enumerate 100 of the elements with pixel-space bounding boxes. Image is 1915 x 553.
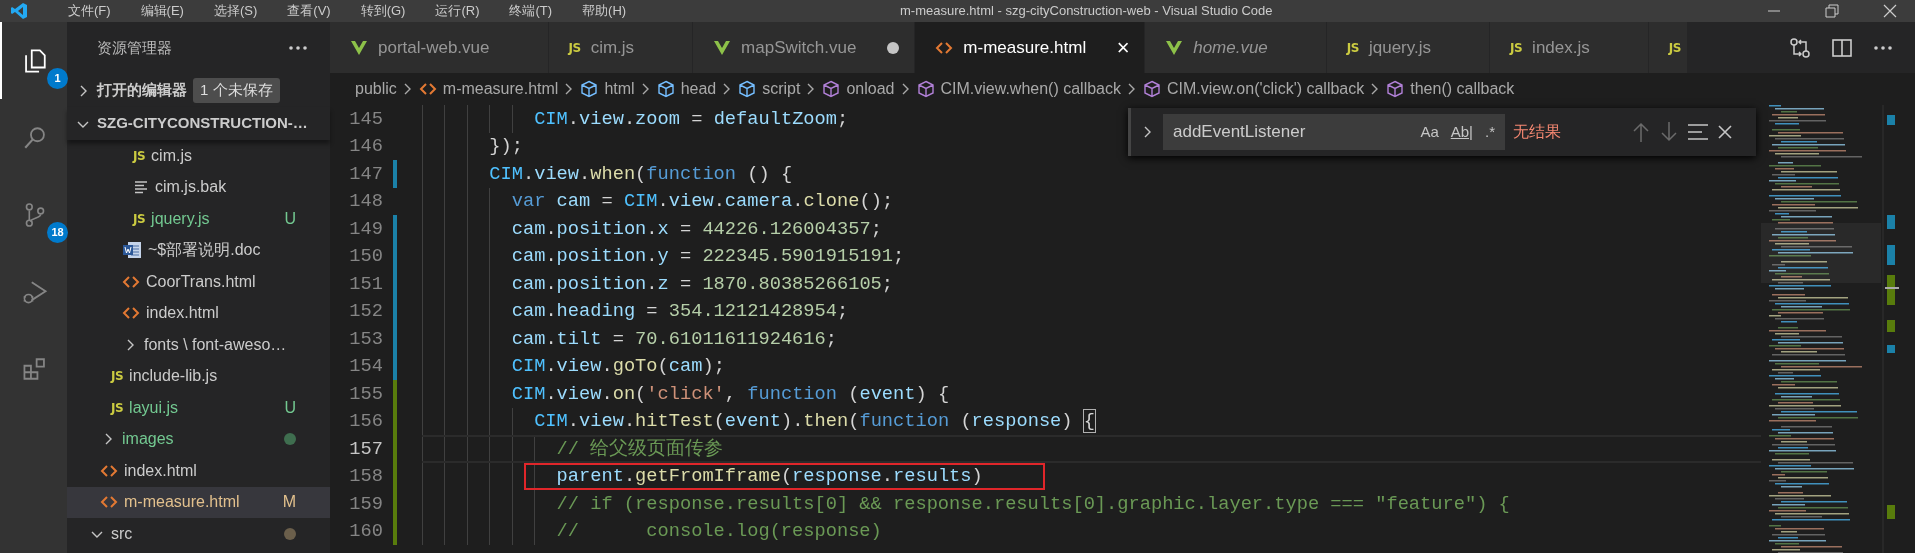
line-number: 158 <box>348 464 383 490</box>
text-file-icon <box>133 179 149 196</box>
code-line: cam.tilt = 70.61011611924616; <box>511 326 837 352</box>
code-line: // console.log(response) <box>556 519 882 545</box>
code-line: parent.getFromIframe(response.results) <box>556 464 983 490</box>
code-line: CIM.view.when(function () { <box>489 161 793 187</box>
compare-changes-icon[interactable] <box>1789 36 1811 59</box>
restore-icon[interactable] <box>1825 4 1839 18</box>
code-line: CIM.view.goTo(cam); <box>511 354 725 380</box>
window-title: m-measure.html - szg-cityConstruction-web - Visual Studio Code <box>900 2 1273 21</box>
next-match-icon[interactable] <box>1659 121 1679 143</box>
line-number: 151 <box>348 271 383 297</box>
tree-item[interactable]: JS jquery.js U <box>67 203 330 235</box>
menu-item[interactable]: 选择(S) <box>213 1 258 21</box>
unsaved-count-badge: 1 个未保存 <box>193 78 280 103</box>
editor-tab[interactable]: mapSwitch.vue <box>693 22 916 73</box>
menu-item[interactable]: 运行(R) <box>435 1 480 21</box>
code-brackets-icon <box>418 81 437 97</box>
breadcrumb-item[interactable]: then() callback <box>1410 77 1515 101</box>
js-file-icon: JS <box>568 38 581 57</box>
tree-item[interactable]: m-measure.html M <box>67 486 330 518</box>
breadcrumb-item[interactable]: m-measure.html <box>442 77 559 101</box>
find-option-toggle[interactable]: .* <box>1483 120 1497 144</box>
tree-item[interactable]: JS cim.js <box>67 140 330 172</box>
code-line: // if (response.results[0] && response.results[0].graphic.layer.type === "feature") { <box>556 491 1510 517</box>
code-line: cam.position.z = 1870.80385266105; <box>511 271 894 297</box>
js-file-icon: JS <box>111 367 124 386</box>
line-number: 145 <box>348 106 383 132</box>
section-header[interactable]: 打开的编辑器 <box>97 79 187 102</box>
tree-item[interactable]: cim.js.bak <box>67 171 330 203</box>
tree-item[interactable]: src <box>67 518 330 550</box>
line-number: 152 <box>348 299 383 325</box>
tree-item[interactable]: index.html <box>67 455 330 487</box>
menu-item[interactable]: 查看(V) <box>287 1 331 21</box>
menu-item[interactable]: 文件(F) <box>68 1 111 21</box>
js-file-icon: JS <box>1668 38 1681 57</box>
editor-tab[interactable]: portal-web.vue <box>330 22 549 73</box>
find-input[interactable]: addEventListener Aa Ab| .* <box>1163 114 1505 150</box>
more-icon[interactable] <box>1873 44 1893 51</box>
line-number: 149 <box>348 216 383 242</box>
breadcrumb-item[interactable]: html <box>604 77 635 101</box>
find-option-toggle[interactable]: Aa <box>1418 120 1441 144</box>
menu-item[interactable]: 转到(G) <box>360 1 406 21</box>
js-file-icon: JS <box>111 398 124 417</box>
tree-item[interactable]: JS layui.js U <box>67 392 330 424</box>
code-brackets-icon <box>100 462 118 479</box>
menu-item[interactable]: 帮助(H) <box>582 1 627 21</box>
js-file-icon: JS <box>1510 38 1523 57</box>
project-header[interactable]: SZG-CITYCONSTRUCTION-… <box>97 112 308 135</box>
code-line: // 给父级页面传参 <box>556 436 724 462</box>
editor-tab[interactable]: JS cim.js <box>548 22 694 73</box>
cube-icon <box>1143 80 1161 98</box>
tree-item[interactable]: CoorTrans.html <box>67 266 330 298</box>
cube-icon <box>738 80 757 98</box>
close-icon[interactable] <box>1717 124 1733 140</box>
breadcrumb-item[interactable]: onload <box>846 77 895 101</box>
breadcrumb-item[interactable]: head <box>680 77 717 101</box>
tree-item[interactable]: ~$部署说明.doc <box>67 234 330 266</box>
extensions-icon[interactable] <box>21 355 48 382</box>
find-result-text: 无结果 <box>1513 122 1562 142</box>
menu-item[interactable]: 编辑(E) <box>140 1 184 21</box>
tree-item[interactable]: index.html <box>67 297 330 329</box>
tree-item[interactable]: images <box>67 423 330 455</box>
editor-tab[interactable]: JS jquery.js <box>1326 22 1490 73</box>
breadcrumb-item[interactable]: public <box>355 77 397 101</box>
close-icon[interactable] <box>1883 4 1897 18</box>
editor-tab[interactable]: JS index.js <box>1490 22 1649 73</box>
split-editor-icon[interactable] <box>1831 36 1853 59</box>
notification-badge: 18 <box>47 222 68 243</box>
breadcrumb-item[interactable]: script <box>762 77 801 101</box>
line-number: 155 <box>348 381 383 407</box>
find-in-selection-icon[interactable] <box>1687 123 1709 141</box>
previous-match-icon[interactable] <box>1631 121 1651 143</box>
js-file-icon: JS <box>133 146 146 165</box>
menu-item[interactable]: 终端(T) <box>509 1 553 21</box>
breadcrumb-item[interactable]: CIM.view.on('click') callback <box>1167 77 1365 101</box>
code-line: CIM.view.on('click', function (event) { <box>511 381 950 407</box>
find-option-toggle[interactable]: Ab| <box>1448 120 1475 144</box>
line-number: 156 <box>348 409 383 435</box>
cube-icon <box>1386 80 1405 98</box>
code-line: cam.position.y = 222345.5901915191; <box>511 244 905 270</box>
editor-tab[interactable]: JS <box>1648 22 1688 73</box>
editor-tab[interactable]: m-measure.html × <box>915 22 1146 73</box>
app-logo-icon <box>10 2 28 20</box>
chevron-right-icon <box>640 82 651 96</box>
breadcrumb-item[interactable]: CIM.view.when() callback <box>940 77 1121 101</box>
sidebar-title: 资源管理器 <box>97 37 172 58</box>
code-brackets-icon <box>935 39 954 56</box>
editor-tab[interactable]: home.vue <box>1145 22 1327 73</box>
line-number: 148 <box>348 189 383 215</box>
line-number: 147 <box>348 161 383 187</box>
code-line: }); <box>489 134 523 160</box>
js-file-icon: JS <box>1346 38 1359 57</box>
tree-item[interactable]: fonts \ font-aweso… <box>67 329 330 361</box>
notification-badge: 1 <box>47 68 68 89</box>
cube-icon <box>580 80 599 98</box>
tree-item[interactable]: JS include-lib.js <box>67 360 330 392</box>
close-tab-button[interactable]: × <box>1110 34 1137 61</box>
chevron-right-icon <box>402 82 413 96</box>
more-icon[interactable] <box>288 45 308 51</box>
